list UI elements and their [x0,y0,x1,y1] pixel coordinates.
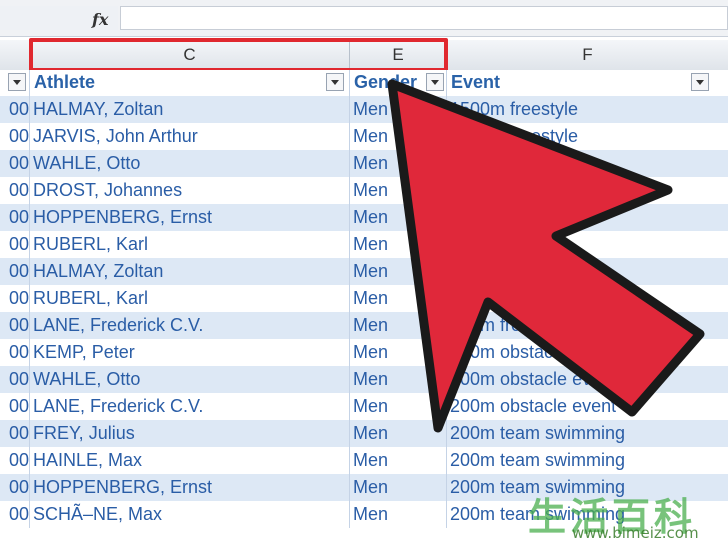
cell-index[interactable]: 00 [0,447,30,474]
header-cell-athlete: Athlete [30,70,350,96]
cell-event[interactable]: 200m freestyle [447,258,728,285]
cell-athlete[interactable]: WAHLE, Otto [30,366,350,393]
header-cell-partial [0,70,30,96]
watermark-url: www.bimeiz.com [572,524,699,542]
table-row: 00 FREY, Julius Men 200m team swimming [0,420,728,447]
cell-gender[interactable]: Men [350,312,447,339]
filter-dropdown-icon[interactable] [326,73,344,91]
cell-index[interactable]: 00 [0,366,30,393]
table-row: 00 HAINLE, Max Men 200m team swimming [0,447,728,474]
cell-gender[interactable]: Men [350,366,447,393]
cell-gender[interactable]: Men [350,501,447,528]
cell-event[interactable]: 200m obstacle event [447,366,728,393]
cell-index[interactable]: 00 [0,501,30,528]
table-row: 00 KEMP, Peter Men 200m obstacle event [0,339,728,366]
cell-index[interactable]: 00 [0,420,30,447]
cell-index[interactable]: 00 [0,312,30,339]
column-header-f[interactable]: F [447,40,728,70]
filter-dropdown-icon[interactable] [426,73,444,91]
cell-event[interactable]: 200m freestyle [447,312,728,339]
cell-athlete[interactable]: HAINLE, Max [30,447,350,474]
filter-dropdown-icon[interactable] [691,73,709,91]
cell-event[interactable]: 200m freestyle [447,285,728,312]
cell-event[interactable]: 200m team swimming [447,420,728,447]
cell-athlete[interactable]: JARVIS, John Arthur [30,123,350,150]
cell-athlete[interactable]: FREY, Julius [30,420,350,447]
table-row: 00 RUBERL, Karl Men [0,231,728,258]
cell-event[interactable] [447,150,728,177]
cell-index[interactable]: 00 [0,285,30,312]
cell-event[interactable]: 1500m freestyle [447,96,728,123]
cell-gender[interactable]: Men [350,285,447,312]
cell-gender[interactable]: Men [350,204,447,231]
filter-dropdown-icon[interactable] [8,73,26,91]
cell-athlete[interactable]: DROST, Johannes [30,177,350,204]
cell-athlete[interactable]: HALMAY, Zoltan [30,258,350,285]
watermark: 生活百科 www.bimeiz.com [528,486,728,546]
cell-index[interactable]: 00 [0,474,30,501]
cell-gender[interactable]: Men [350,231,447,258]
cell-athlete[interactable]: LANE, Frederick C.V. [30,312,350,339]
table-row: 00 DROST, Johannes Men [0,177,728,204]
cell-athlete[interactable]: HOPPENBERG, Ernst [30,204,350,231]
table-row: 00 JARVIS, John Arthur Men 1500m freestyle [0,123,728,150]
table-body: 00 HALMAY, Zoltan Men 1500m freestyle 00 JARV… [0,96,728,528]
cell-event[interactable]: 200m obstacle event [447,393,728,420]
cell-index[interactable]: 00 [0,393,30,420]
cell-gender[interactable]: Men [350,474,447,501]
cell-gender[interactable]: Men [350,393,447,420]
function-icon[interactable]: fx [92,10,108,29]
cell-event[interactable]: 200m team swimming [447,447,728,474]
header-cell-gender: Gender [350,70,447,96]
table-row: 00 HALMAY, Zoltan Men 1500m freestyle [0,96,728,123]
table-row: 00 WAHLE, Otto Men [0,150,728,177]
cell-athlete[interactable]: RUBERL, Karl [30,231,350,258]
cell-gender[interactable]: Men [350,123,447,150]
cell-athlete[interactable]: SCHÃ–NE, Max [30,501,350,528]
cell-index[interactable]: 00 [0,258,30,285]
cell-gender[interactable]: Men [350,96,447,123]
highlight-box [29,38,448,72]
header-cell-event: Event [447,70,728,96]
header-label-event: Event [451,72,501,92]
table-row: 00 HALMAY, Zoltan Men 200m freestyle [0,258,728,285]
cell-index[interactable]: 00 [0,339,30,366]
cell-gender[interactable]: Men [350,150,447,177]
table-header-row: Athlete Gender Event [0,70,728,98]
table-row: 00 LANE, Frederick C.V. Men 200m freestyle [0,312,728,339]
cell-event[interactable]: 1500m freestyle [447,123,728,150]
header-label-athlete: Athlete [34,72,96,92]
table-row: 00 WAHLE, Otto Men 200m obstacle event [0,366,728,393]
cell-gender[interactable]: Men [350,258,447,285]
cell-event[interactable] [447,231,728,258]
cell-event[interactable]: 200m obstacle event [447,339,728,366]
cell-athlete[interactable]: WAHLE, Otto [30,150,350,177]
cell-event[interactable] [447,204,728,231]
cell-event[interactable] [447,177,728,204]
formula-bar: fx [0,0,728,37]
cell-index[interactable]: 00 [0,96,30,123]
cell-athlete[interactable]: LANE, Frederick C.V. [30,393,350,420]
cell-index[interactable]: 00 [0,177,30,204]
cell-athlete[interactable]: HALMAY, Zoltan [30,96,350,123]
cell-index[interactable]: 00 [0,150,30,177]
cell-athlete[interactable]: HOPPENBERG, Ernst [30,474,350,501]
name-box[interactable]: fx [0,6,118,30]
cell-gender[interactable]: Men [350,177,447,204]
cell-gender[interactable]: Men [350,339,447,366]
table-row: 00 HOPPENBERG, Ernst Men [0,204,728,231]
header-label-gender: Gender [354,72,418,92]
table-row: 00 RUBERL, Karl Men 200m freestyle [0,285,728,312]
cell-index[interactable]: 00 [0,231,30,258]
table-row: 00 LANE, Frederick C.V. Men 200m obstacle e… [0,393,728,420]
column-header-partial[interactable] [0,40,30,70]
cell-index[interactable]: 00 [0,123,30,150]
cell-gender[interactable]: Men [350,447,447,474]
cell-athlete[interactable]: RUBERL, Karl [30,285,350,312]
formula-input[interactable] [120,6,728,30]
cell-athlete[interactable]: KEMP, Peter [30,339,350,366]
cell-index[interactable]: 00 [0,204,30,231]
cell-gender[interactable]: Men [350,420,447,447]
